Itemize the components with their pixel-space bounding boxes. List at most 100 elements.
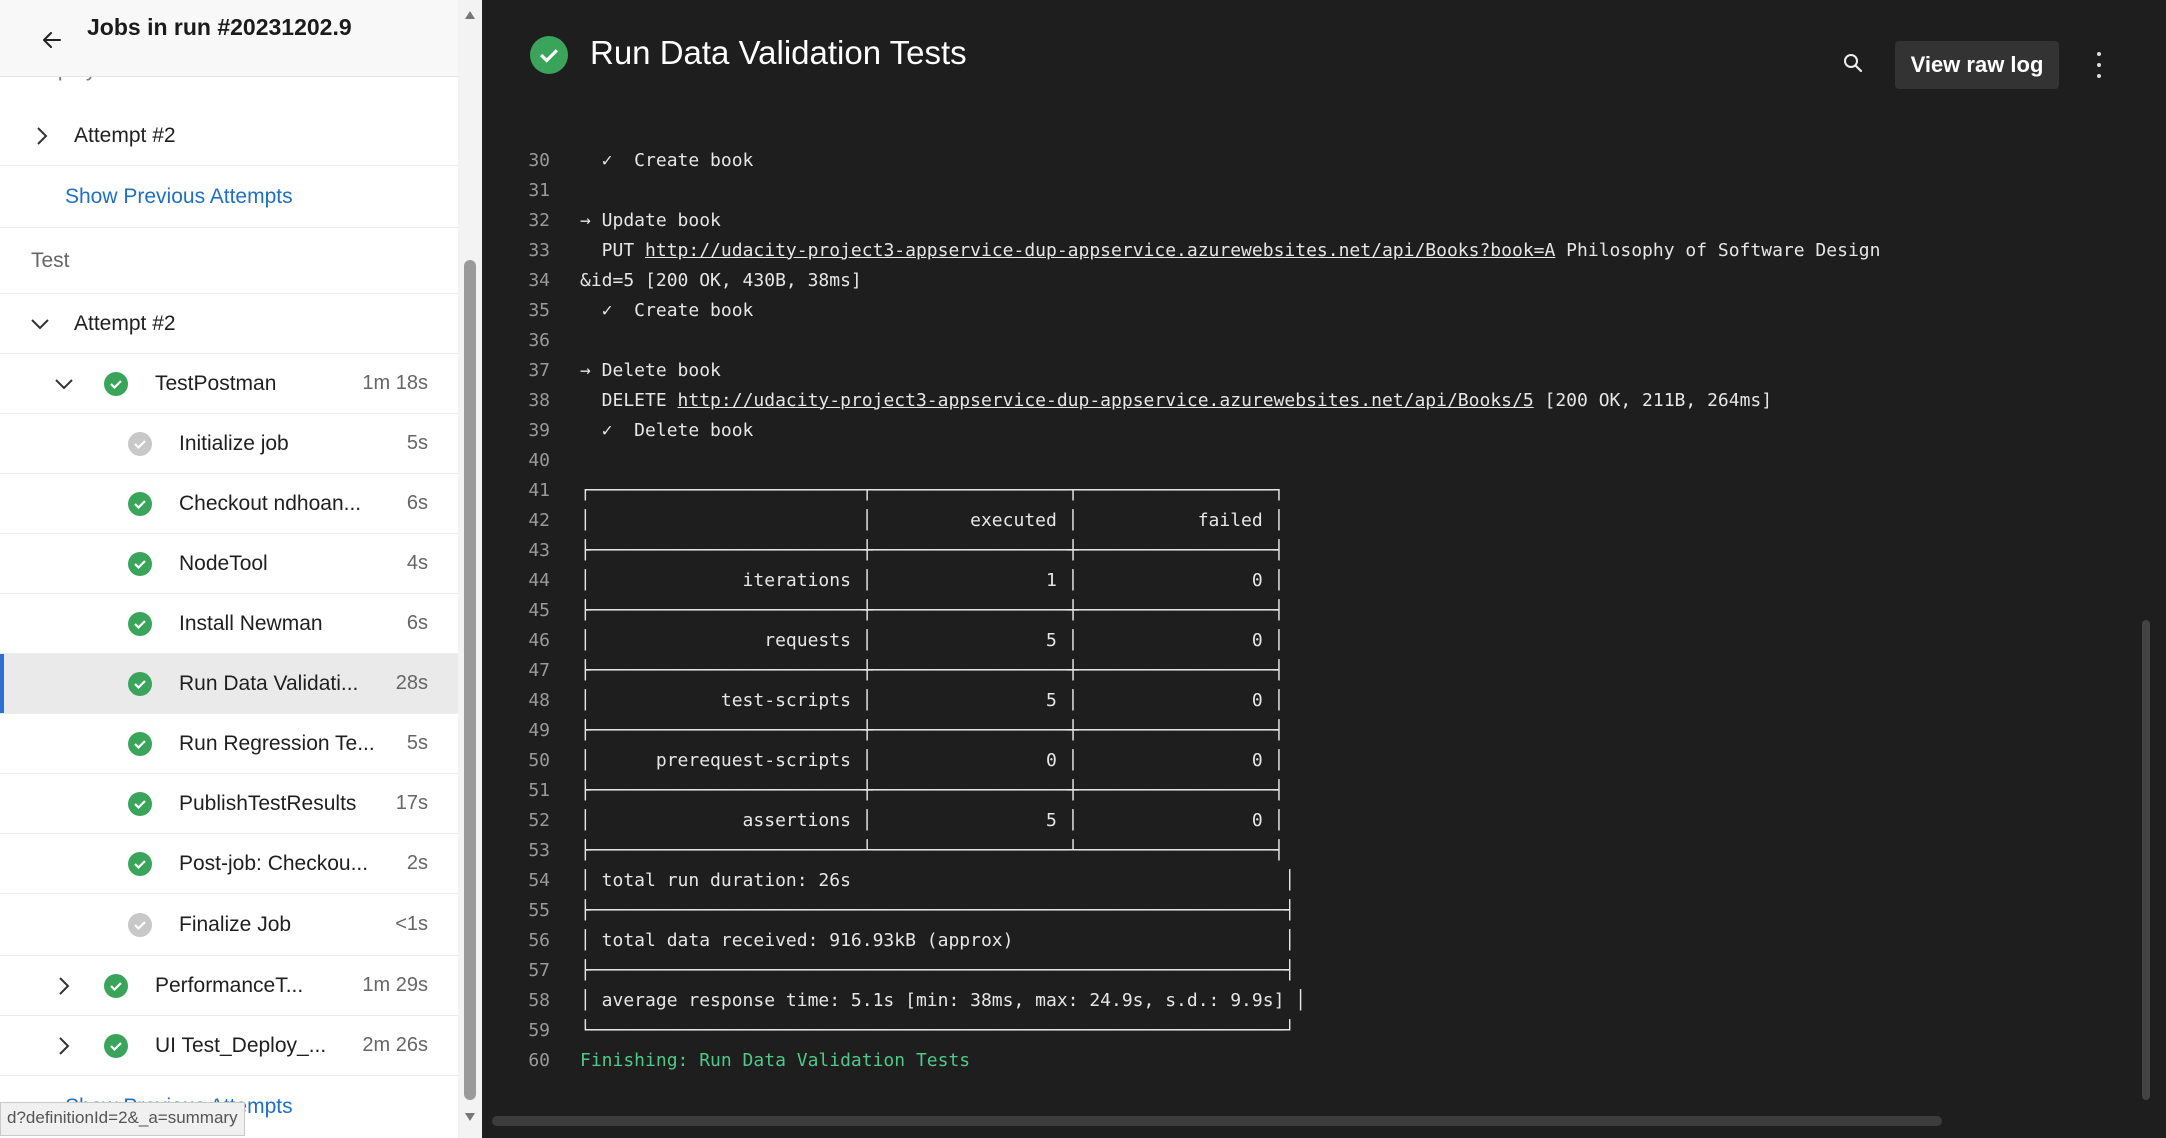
log-text-segment: Philosophy of Software Design (1555, 239, 1881, 261)
log-line-text: ├─────────────────────────┼─────────────… (580, 660, 1284, 681)
job-row-testpostman[interactable]: TestPostman 1m 18s (0, 354, 458, 414)
chevron-right-icon (54, 976, 74, 996)
step-row[interactable]: Post-job: Checkou... 2s (0, 834, 458, 894)
log-line-number: 32 (528, 209, 550, 231)
log-line-text: → Delete book (580, 360, 721, 381)
log-line-number: 58 (528, 989, 550, 1011)
log-line-text: │ iterations │ 1 │ 0 │ (580, 570, 1284, 591)
step-name: Install Newman (179, 611, 323, 635)
log-text-segment: ✓ Create book (580, 149, 754, 171)
log-line-number: 49 (528, 719, 550, 741)
view-raw-log-button[interactable]: View raw log (1895, 41, 2059, 89)
log-text-segment: ├─────────────────────────┼─────────────… (580, 599, 1285, 621)
log-text-segment: ┌─────────────────────────┬─────────────… (580, 479, 1285, 501)
log-line-text: PUT http://udacity-project3-appservice-d… (580, 239, 1881, 261)
log-line: 34 &id=5 [200 OK, 430B, 38ms] (482, 265, 861, 295)
log-line-number: 37 (528, 359, 550, 381)
log-line-number: 56 (528, 929, 550, 951)
back-button[interactable] (34, 22, 70, 58)
log-line-number: 38 (528, 389, 550, 411)
log-line-text: ├─────────────────────────┴─────────────… (580, 840, 1284, 861)
step-row-selected[interactable]: Run Data Validati... 28s (0, 654, 458, 714)
jobs-panel-header: Jobs in run #20231202.9 (0, 0, 458, 77)
log-text-segment: → Update book (580, 209, 721, 231)
step-row[interactable]: Initialize job 5s (0, 414, 458, 474)
chevron-down-icon (30, 314, 50, 334)
deploy-attempt-label: Attempt #2 (74, 123, 176, 147)
log-text-segment: &id=5 [200 OK, 430B, 38ms] (580, 269, 862, 291)
job-duration: 2m 26s (362, 1034, 428, 1056)
log-line-number: 31 (528, 179, 550, 201)
log-line-number: 33 (528, 239, 550, 261)
log-line-text: │ average response time: 5.1s [min: 38ms… (580, 990, 1306, 1011)
step-duration: 5s (406, 732, 428, 754)
step-row[interactable]: Finalize Job <1s (0, 894, 458, 956)
scroll-down-arrow-icon[interactable] (464, 1112, 476, 1122)
show-previous-attempts-link[interactable]: Show Previous Attempts (65, 185, 293, 209)
log-line-number: 43 (528, 539, 550, 561)
log-line: 56 │ total data received: 916.93kB (appro… (482, 925, 1295, 955)
check-circle-icon (128, 791, 152, 816)
step-row[interactable]: NodeTool 4s (0, 534, 458, 594)
log-vertical-scrollbar-thumb[interactable] (2142, 620, 2150, 1100)
step-row[interactable]: Run Regression Te... 5s (0, 714, 458, 774)
job-row-performance[interactable]: PerformanceT... 1m 29s (0, 956, 458, 1016)
log-vertical-scrollbar[interactable] (2136, 0, 2156, 1138)
log-line-text: ├─────────────────────────┼─────────────… (580, 540, 1284, 561)
step-duration: 5s (406, 432, 428, 454)
log-line: 46 │ requests │ 5 │ 0 │ (482, 625, 1284, 655)
log-line: 45 ├─────────────────────────┼───────────… (482, 595, 1284, 625)
log-line-text: ├─────────────────────────┼─────────────… (580, 720, 1284, 741)
log-line-text: │ prerequest-scripts │ 0 │ 0 │ (580, 750, 1284, 771)
check-circle-icon (128, 671, 152, 696)
step-name: PublishTestResults (179, 791, 357, 815)
job-row-ui-test[interactable]: UI Test_Deploy_... 2m 26s (0, 1016, 458, 1076)
log-line-number: 44 (528, 569, 550, 591)
log-text-segment: └───────────────────────────────────────… (580, 1019, 1296, 1041)
job-duration: 1m 29s (362, 974, 428, 996)
step-row[interactable]: Install Newman 6s (0, 594, 458, 654)
log-text-segment: │ average response time: 5.1s [min: 38ms… (580, 989, 1307, 1011)
step-row[interactable]: Checkout ndhoan... 6s (0, 474, 458, 534)
log-line-text: ├───────────────────────────────────────… (580, 900, 1295, 921)
check-circle-icon (128, 491, 152, 516)
log-line-text: └───────────────────────────────────────… (580, 1020, 1295, 1041)
arrow-left-icon (43, 32, 61, 48)
log-horizontal-scrollbar[interactable] (492, 1116, 1942, 1126)
step-row[interactable]: PublishTestResults 17s (0, 774, 458, 834)
scroll-up-arrow-icon[interactable] (464, 10, 476, 20)
deploy-attempt-row[interactable]: Attempt #2 (0, 106, 458, 166)
job-name: PerformanceT... (155, 973, 304, 997)
step-duration: 2s (406, 852, 428, 874)
log-line-number: 54 (528, 869, 550, 891)
log-line: 41 ┌─────────────────────────┬───────────… (482, 475, 1284, 505)
step-name: NodeTool (179, 551, 268, 575)
log-line: 36 (482, 325, 550, 355)
log-line: 50 │ prerequest-scripts │ 0 │ 0 │ (482, 745, 1284, 775)
log-line: 33 PUT http://udacity-project3-appservic… (482, 235, 1880, 265)
log-panel: Run Data Validation Tests View raw log 3… (482, 0, 2166, 1138)
step-name: Run Data Validati... (179, 671, 359, 695)
log-line-number: 51 (528, 779, 550, 801)
test-stage-label: Test (31, 248, 70, 272)
log-text-segment: ├───────────────────────────────────────… (580, 959, 1296, 981)
left-scrollbar-thumb[interactable] (464, 260, 476, 1100)
search-icon (1844, 54, 1863, 73)
log-line: 54 │ total run duration: 26s │ (482, 865, 1295, 895)
test-attempt-row[interactable]: Attempt #2 (0, 294, 458, 354)
log-text-segment: │ test-scripts │ 5 │ 0 │ (580, 689, 1285, 711)
more-vertical-icon[interactable] (2092, 52, 2106, 78)
step-duration: 4s (406, 552, 428, 574)
log-line-number: 34 (528, 269, 550, 291)
log-line-text: │ assertions │ 5 │ 0 │ (580, 810, 1284, 831)
log-text-segment: │ │ executed │ failed │ (580, 509, 1285, 531)
check-circle-icon (128, 551, 152, 576)
log-text-segment: │ iterations │ 1 │ 0 │ (580, 569, 1285, 591)
search-button[interactable] (1838, 48, 1868, 78)
log-url-link[interactable]: http://udacity-project3-appservice-dup-a… (678, 390, 1534, 411)
log-line: 51 ├─────────────────────────┼───────────… (482, 775, 1284, 805)
log-text-segment: DELETE (580, 389, 678, 411)
log-url-link[interactable]: http://udacity-project3-appservice-dup-a… (645, 240, 1555, 261)
left-scrollbar[interactable] (458, 0, 482, 1138)
step-name: Checkout ndhoan... (179, 491, 362, 515)
